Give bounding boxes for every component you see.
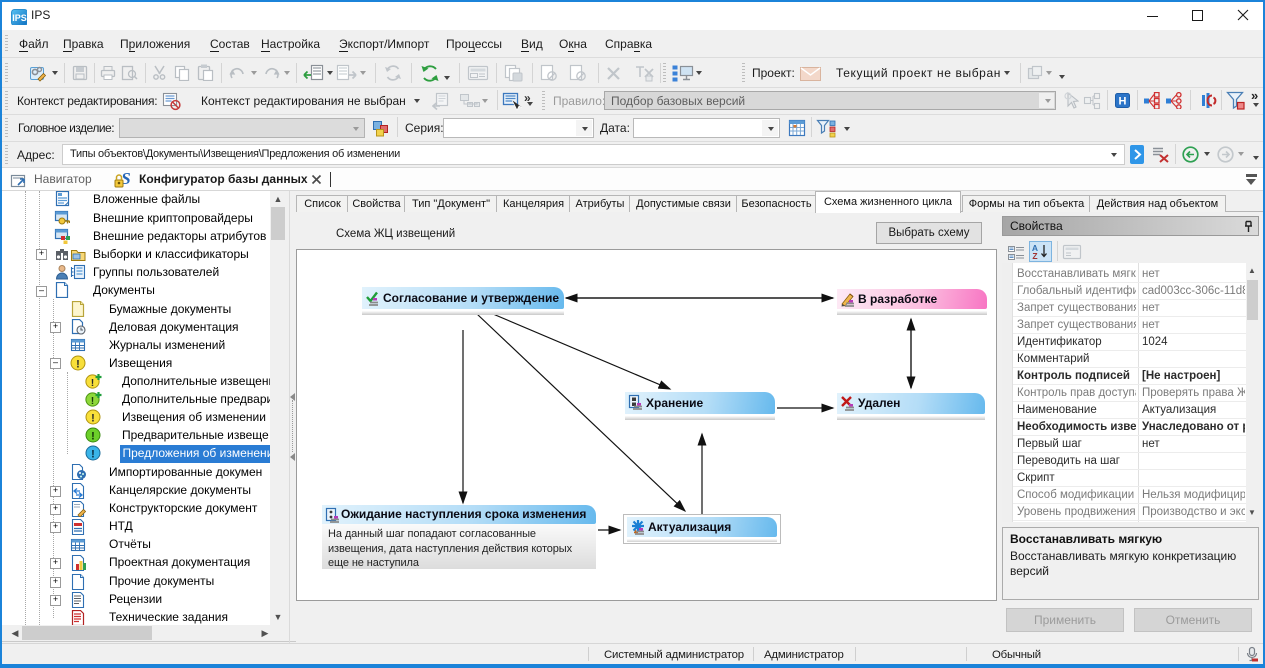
svg-text:Z: Z	[1032, 251, 1037, 260]
svg-text:H: H	[1119, 96, 1127, 108]
svg-text:!: !	[91, 377, 95, 389]
svg-text:IPS: IPS	[12, 13, 27, 23]
svg-text:!: !	[91, 449, 95, 461]
svg-text:!: !	[91, 413, 95, 425]
svg-text:!: !	[91, 395, 95, 407]
svg-text:!: !	[76, 359, 80, 371]
svg-text:!: !	[91, 431, 95, 443]
